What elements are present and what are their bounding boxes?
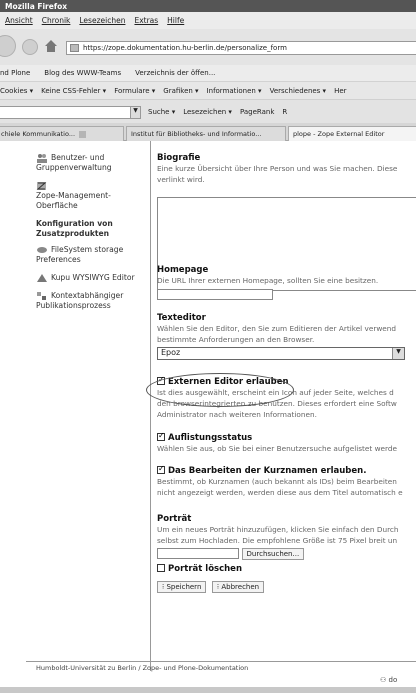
highlight-ellipse (146, 373, 294, 407)
sidebar-item-label: Kontextabhängiger Publikationsprozess (36, 291, 124, 310)
editor-label: Texteditor (157, 313, 206, 323)
bookmarks-toolbar: nd Plone Blog des WWW-Teams Verzeichnis … (0, 65, 416, 81)
listed-label: Auflistungsstatus (168, 433, 253, 443)
web-developer-toolbar: Cookies ▾ Keine CSS-Fehler ▾ Formulare ▾… (0, 81, 416, 99)
biography-field: Biografie Eine kurze Übersicht über Ihre… (157, 153, 416, 185)
tab-institut[interactable]: Institut für Bibliotheks- und Informatio… (126, 126, 286, 141)
homepage-field: Homepage Die URL Ihrer externen Homepage… (157, 265, 416, 300)
webdev-cookies[interactable]: Cookies ▾ (0, 87, 33, 99)
shortname-label: Das Bearbeiten der Kurznamen erlauben. (168, 466, 367, 476)
page-viewport: Benutzer- und Gruppenverwaltung Zope-Man… (0, 141, 416, 693)
pagerank-indicator: PageRank (239, 108, 275, 116)
delete-portrait-label: Porträt löschen (168, 564, 242, 574)
sidebar-item-context[interactable]: Kontextabhängiger Publikationsprozess (36, 291, 148, 311)
portrait-label: Porträt (157, 514, 192, 524)
sidebar-item-users[interactable]: Benutzer- und Gruppenverwaltung (36, 153, 148, 173)
navigation-toolbar: https://zope.dokumentation.hu-berlin.de/… (0, 29, 416, 65)
webdev-css[interactable]: Keine CSS-Fehler ▾ (41, 87, 106, 99)
save-button[interactable]: ⁝ Speichern (157, 581, 207, 593)
editor-field: Texteditor Wählen Sie den Editor, den Si… (157, 313, 416, 360)
sidebar-heading: Konfiguration von Zusatzprodukten (36, 219, 113, 238)
bookmark-verzeichnis[interactable]: Verzeichnis der öffen... (135, 69, 215, 81)
homepage-label: Homepage (157, 265, 209, 275)
tab-strip: chiele Kommunikatio... Institut für Bibl… (0, 123, 416, 141)
portrait-field: Porträt Um ein neues Porträt hinzuzufüge… (157, 514, 416, 593)
toolbar-extra[interactable]: R (282, 108, 287, 116)
shortname-field: Das Bearbeiten der Kurznamen erlauben. B… (157, 464, 416, 498)
sidebar-item-label: Zope-Management-Oberfläche (36, 191, 111, 210)
tab-kommunikation[interactable]: chiele Kommunikatio... (0, 126, 124, 141)
menu-chronik[interactable]: Chronik (42, 16, 71, 25)
delete-portrait-checkbox[interactable] (157, 564, 165, 572)
webdev-misc[interactable]: Verschiedenes ▾ (270, 87, 327, 99)
control-panel-sidebar: Benutzer- und Gruppenverwaltung Zope-Man… (36, 153, 148, 319)
menu-lesezeichen[interactable]: Lesezeichen (79, 16, 125, 25)
chevron-down-icon[interactable]: ▼ (392, 348, 404, 359)
workflow-icon (36, 291, 48, 301)
bookmarks-button[interactable]: Lesezeichen ▾ (183, 108, 232, 116)
cancel-button[interactable]: ⁝ Abbrechen (211, 581, 265, 593)
search-button[interactable]: Suche ▾ (148, 108, 175, 116)
sidebar-item-label: FileSystem storage Preferences (36, 245, 124, 264)
window-title: Mozilla Firefox (5, 2, 68, 11)
window-title-bar: Mozilla Firefox (0, 0, 416, 12)
site-identity-icon[interactable] (70, 44, 79, 52)
menu-ansicht[interactable]: Ansicht (5, 16, 33, 25)
listed-field: Auflistungsstatus Wählen Sie aus, ob Sie… (157, 431, 416, 454)
shortname-checkbox[interactable] (157, 464, 165, 474)
sidebar-item-label: Kupu WYSIWYG Editor (51, 273, 135, 282)
back-button[interactable] (0, 35, 16, 57)
search-toolbar: ▼ Suche ▾ Lesezeichen ▾ PageRank R (0, 99, 416, 123)
bookmark-blog[interactable]: Blog des WWW-Teams (44, 69, 121, 81)
webdev-info[interactable]: Informationen ▾ (207, 87, 262, 99)
footer-divider (26, 661, 416, 662)
menu-extras[interactable]: Extras (134, 16, 158, 25)
personalize-form: Biografie Eine kurze Übersicht über Ihre… (150, 141, 416, 671)
sidebar-item-filesystem[interactable]: FileSystem storage Preferences (36, 245, 148, 265)
forward-button[interactable] (22, 39, 38, 55)
search-input[interactable] (0, 106, 132, 119)
home-icon[interactable] (43, 38, 59, 54)
editor-select[interactable]: Epoz ▼ (157, 347, 405, 360)
listed-checkbox[interactable] (157, 431, 165, 441)
url-bar[interactable]: https://zope.dokumentation.hu-berlin.de/… (66, 41, 416, 55)
status-bar-text: ⚇ do (380, 676, 398, 684)
status-bar (0, 687, 416, 693)
storage-icon (36, 245, 48, 255)
webdev-images[interactable]: Grafiken ▾ (163, 87, 198, 99)
tab-external-editor[interactable]: plope - Zope External Editor (288, 126, 416, 141)
menu-bar: Ansicht Chronik Lesezeichen Extras Hilfe (0, 12, 416, 29)
webdev-more[interactable]: Her (334, 87, 346, 99)
browse-button[interactable]: Durchsuchen... (241, 548, 305, 560)
menu-hilfe[interactable]: Hilfe (167, 16, 184, 25)
homepage-input[interactable] (157, 289, 273, 300)
bookmark-plone[interactable]: nd Plone (0, 69, 30, 81)
url-text: https://zope.dokumentation.hu-berlin.de/… (83, 44, 287, 52)
close-tab-icon[interactable] (79, 130, 87, 138)
users-icon (36, 153, 48, 163)
biography-label: Biografie (157, 153, 201, 163)
portrait-file-input[interactable] (157, 548, 239, 559)
user-icon: ⚇ (380, 676, 387, 684)
webdev-forms[interactable]: Formulare ▾ (114, 87, 155, 99)
zope-icon (36, 181, 48, 191)
kupu-icon (36, 273, 48, 283)
sidebar-item-kupu[interactable]: Kupu WYSIWYG Editor (36, 273, 148, 283)
sidebar-item-zmi[interactable]: Zope-Management-Oberfläche (36, 181, 148, 211)
site-footer: Humboldt-Universität zu Berlin / Zope- u… (36, 664, 249, 672)
search-dropdown[interactable]: ▼ (130, 106, 141, 119)
